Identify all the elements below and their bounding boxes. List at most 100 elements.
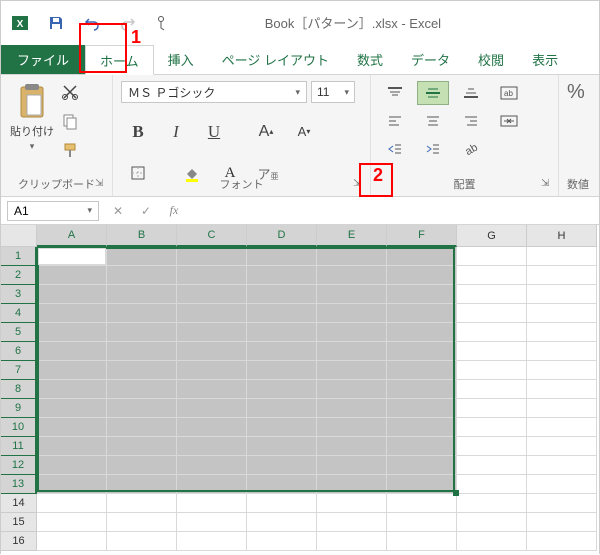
format-painter-icon[interactable]	[61, 141, 79, 162]
cell[interactable]	[247, 380, 317, 399]
cell[interactable]	[387, 418, 457, 437]
cell[interactable]	[247, 494, 317, 513]
percent-icon[interactable]: %	[567, 81, 591, 104]
cell[interactable]	[457, 342, 527, 361]
cell[interactable]	[37, 323, 107, 342]
cell[interactable]	[527, 437, 597, 456]
tab-home[interactable]: ホーム	[85, 45, 154, 75]
cell[interactable]	[387, 304, 457, 323]
cell[interactable]	[37, 475, 107, 494]
cell[interactable]	[37, 399, 107, 418]
name-box[interactable]: A1 ▾	[7, 201, 99, 221]
merge-button[interactable]	[493, 109, 525, 133]
cell[interactable]	[177, 247, 247, 266]
cell[interactable]	[527, 513, 597, 532]
cell[interactable]	[177, 399, 247, 418]
enter-icon[interactable]: ✓	[137, 204, 155, 218]
font-name-select[interactable]: ＭＳ Ｐゴシック ▾	[121, 81, 307, 103]
clipboard-dialog-launcher-icon[interactable]: ⇲	[95, 178, 109, 192]
copy-icon[interactable]	[61, 112, 79, 133]
cell[interactable]	[457, 456, 527, 475]
cell[interactable]	[387, 323, 457, 342]
row-header[interactable]: 10	[1, 418, 37, 437]
row-header[interactable]: 8	[1, 380, 37, 399]
align-right-button[interactable]	[455, 109, 487, 133]
cell[interactable]	[177, 323, 247, 342]
cell[interactable]	[317, 475, 387, 494]
cell[interactable]	[177, 494, 247, 513]
cell[interactable]	[457, 380, 527, 399]
cell[interactable]	[247, 285, 317, 304]
cell[interactable]	[247, 513, 317, 532]
bold-button[interactable]: B	[121, 119, 155, 145]
tab-view[interactable]: 表示	[518, 45, 572, 74]
cell[interactable]	[177, 437, 247, 456]
cell[interactable]	[107, 380, 177, 399]
cell[interactable]	[527, 361, 597, 380]
cell[interactable]	[457, 304, 527, 323]
cell[interactable]	[177, 418, 247, 437]
underline-button[interactable]: U	[197, 119, 231, 145]
row-header[interactable]: 5	[1, 323, 37, 342]
shrink-font-button[interactable]: A▾	[287, 119, 321, 145]
cell[interactable]	[37, 437, 107, 456]
cell[interactable]	[387, 380, 457, 399]
cell[interactable]	[317, 361, 387, 380]
cell[interactable]	[107, 342, 177, 361]
cell[interactable]	[37, 418, 107, 437]
increase-indent-button[interactable]	[417, 137, 449, 161]
cell[interactable]	[317, 247, 387, 266]
cell[interactable]	[177, 532, 247, 551]
cell[interactable]	[107, 475, 177, 494]
column-header[interactable]: H	[527, 225, 597, 247]
cell[interactable]	[387, 437, 457, 456]
save-icon[interactable]	[45, 12, 67, 34]
cell[interactable]	[107, 323, 177, 342]
font-size-select[interactable]: 11 ▾	[311, 81, 355, 103]
align-center-button[interactable]	[417, 109, 449, 133]
cell[interactable]	[247, 532, 317, 551]
align-bottom-button[interactable]	[455, 81, 487, 105]
tab-pagelayout[interactable]: ページ レイアウト	[208, 45, 343, 74]
tab-review[interactable]: 校閲	[464, 45, 518, 74]
undo-icon[interactable]	[81, 12, 103, 34]
column-header[interactable]: C	[177, 225, 247, 247]
fx-icon[interactable]: fx	[165, 203, 183, 218]
cell[interactable]	[317, 380, 387, 399]
cell[interactable]	[527, 494, 597, 513]
cell[interactable]	[37, 304, 107, 323]
cell[interactable]	[387, 361, 457, 380]
cell[interactable]	[247, 247, 317, 266]
row-header[interactable]: 11	[1, 437, 37, 456]
cell[interactable]	[247, 456, 317, 475]
cell[interactable]	[317, 437, 387, 456]
cell[interactable]	[527, 323, 597, 342]
row-header[interactable]: 3	[1, 285, 37, 304]
cell[interactable]	[177, 380, 247, 399]
paste-button[interactable]: 貼り付け ▾	[9, 81, 55, 152]
column-header[interactable]: A	[37, 225, 107, 247]
align-middle-button[interactable]	[417, 81, 449, 105]
cell[interactable]	[387, 399, 457, 418]
cell[interactable]	[457, 266, 527, 285]
cell[interactable]	[527, 266, 597, 285]
orientation-button[interactable]: ab	[455, 137, 487, 161]
cut-icon[interactable]	[61, 83, 79, 104]
cell[interactable]	[527, 399, 597, 418]
cell[interactable]	[387, 247, 457, 266]
cell[interactable]	[177, 285, 247, 304]
column-header[interactable]: B	[107, 225, 177, 247]
touch-mode-icon[interactable]	[153, 12, 175, 34]
cell[interactable]	[317, 494, 387, 513]
cell[interactable]	[247, 418, 317, 437]
cell[interactable]	[457, 361, 527, 380]
cell[interactable]	[37, 513, 107, 532]
cell[interactable]	[317, 323, 387, 342]
alignment-dialog-launcher-icon[interactable]: ⇲	[541, 178, 555, 192]
cell[interactable]	[457, 247, 527, 266]
cell[interactable]	[37, 266, 107, 285]
tab-file[interactable]: ファイル	[1, 45, 85, 74]
wrap-text-button[interactable]: ab	[493, 81, 525, 105]
align-top-button[interactable]	[379, 81, 411, 105]
cell[interactable]	[457, 399, 527, 418]
